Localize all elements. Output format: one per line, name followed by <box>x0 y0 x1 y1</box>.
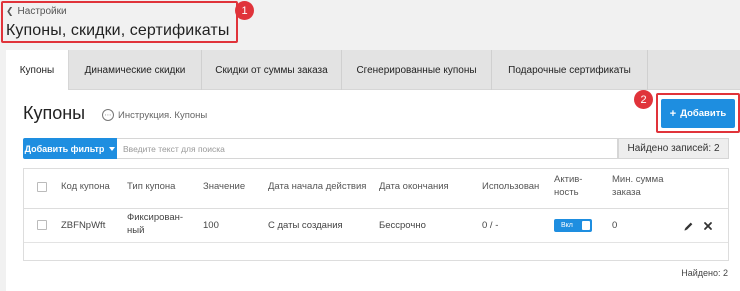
chevron-left-icon: ❮ <box>6 6 14 16</box>
annotation-badge-1: 1 <box>235 1 254 20</box>
column-header-end-date[interactable]: Дата окончания <box>379 181 449 194</box>
help-link[interactable]: ⋯ Инструкция. Купоны <box>102 109 207 121</box>
add-filter-label: Добавить фильтр <box>24 143 105 154</box>
active-toggle[interactable]: Вкл <box>554 219 592 232</box>
table-row[interactable]: ZBFNpWft Фиксирован-ный 100 С даты созда… <box>24 209 728 243</box>
help-circle-icon: ⋯ <box>102 109 114 121</box>
main-panel: Купоны ⋯ Инструкция. Купоны + Добавить Д… <box>6 90 740 291</box>
toggle-knob <box>582 221 590 230</box>
select-all-checkbox[interactable] <box>37 182 47 192</box>
tab-bar: Купоны Динамические скидки Скидки от сум… <box>6 50 740 91</box>
column-header-value[interactable]: Значение <box>203 181 245 194</box>
search-input[interactable] <box>117 138 618 159</box>
page-title: Купоны, скидки, сертификаты <box>6 22 230 39</box>
coupon-used: 0 / - <box>482 220 499 231</box>
coupon-code[interactable]: ZBFNpWft <box>61 220 105 233</box>
tab-order-sum-discounts[interactable]: Скидки от суммы заказа <box>202 50 342 90</box>
column-header-used[interactable]: Использован <box>482 181 539 194</box>
back-link[interactable]: ❮ Настройки <box>6 6 67 17</box>
tab-gift-certificates[interactable]: Подарочные сертификаты <box>492 50 648 90</box>
records-found-footer: Найдено: 2 <box>681 268 728 278</box>
records-found-count: Найдено записей: 2 <box>618 138 729 159</box>
tab-label: Динамические скидки <box>84 64 186 76</box>
caret-down-icon <box>109 146 116 151</box>
back-link-label: Настройки <box>17 6 67 17</box>
coupon-end-date: Бессрочно <box>379 220 426 231</box>
column-header-type[interactable]: Тип купона <box>127 181 175 194</box>
column-header-min-sum[interactable]: Мин. сумма заказа <box>612 174 682 200</box>
row-checkbox[interactable] <box>37 220 47 230</box>
help-link-label: Инструкция. Купоны <box>118 109 208 121</box>
table-header-row: Код купона Тип купона Значение Дата нача… <box>24 169 728 209</box>
coupon-value: 100 <box>203 220 219 231</box>
tab-label: Сгенерированные купоны <box>356 64 477 76</box>
coupon-type: Фиксирован-ный <box>127 212 184 236</box>
column-header-code[interactable]: Код купона <box>61 181 110 194</box>
pencil-icon[interactable] <box>682 220 694 232</box>
column-header-active[interactable]: Актив-ность <box>554 174 604 200</box>
add-button-label: Добавить <box>680 108 727 119</box>
tab-label: Купоны <box>19 65 55 76</box>
annotation-badge-2: 2 <box>634 90 653 109</box>
coupon-start-date: С даты создания <box>268 220 343 231</box>
tab-label: Подарочные сертификаты <box>508 64 631 76</box>
tab-coupons[interactable]: Купоны <box>6 50 69 91</box>
plus-icon: + <box>669 107 677 120</box>
column-header-start-date[interactable]: Дата начала действия <box>268 181 366 194</box>
section-title: Купоны <box>23 103 86 123</box>
tab-generated-coupons[interactable]: Сгенерированные купоны <box>342 50 492 90</box>
tab-label: Скидки от суммы заказа <box>215 64 328 76</box>
coupons-table: Код купона Тип купона Значение Дата нача… <box>23 168 729 261</box>
tab-dynamic-discounts[interactable]: Динамические скидки <box>69 50 202 90</box>
add-filter-button[interactable]: Добавить фильтр <box>23 138 117 159</box>
add-button[interactable]: + Добавить <box>661 99 735 128</box>
coupon-min-sum: 0 <box>612 220 618 231</box>
close-icon[interactable] <box>702 220 714 232</box>
toggle-label: Вкл <box>561 222 573 229</box>
